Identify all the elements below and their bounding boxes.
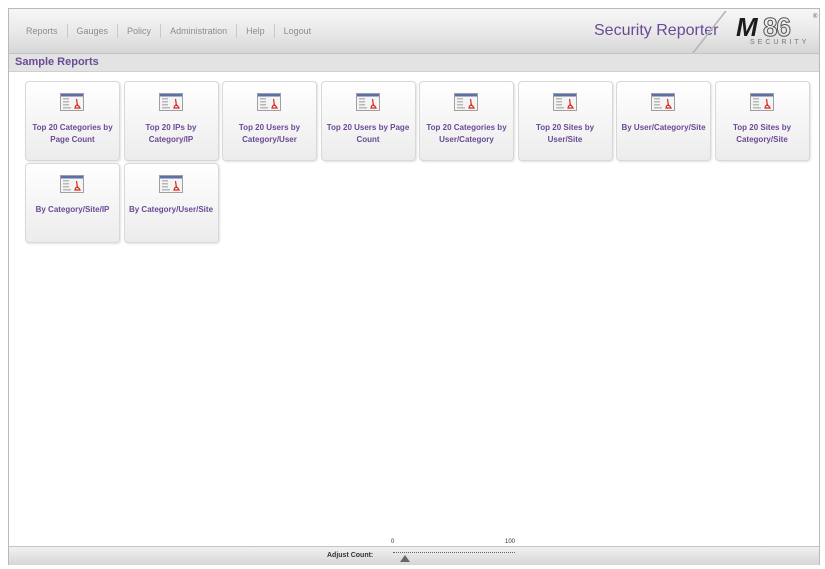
- slider-min-label: 0: [391, 539, 395, 545]
- app-title: Security Reporter: [594, 22, 719, 39]
- nav-policy[interactable]: Policy: [118, 25, 160, 37]
- report-pdf-icon: [158, 175, 183, 193]
- report-tile-label: By Category/User/Site: [128, 205, 214, 214]
- nav-reports[interactable]: Reports: [17, 25, 67, 37]
- report-tile-label: By Category/Site/IP: [35, 205, 110, 214]
- report-tile-label: Top 20 Users by Page Count: [326, 123, 410, 144]
- report-tile-label: Top 20 IPs by Category/IP: [145, 123, 197, 144]
- nav-administration[interactable]: Administration: [161, 25, 236, 37]
- report-tile[interactable]: Top 20 IPs by Category/IP: [123, 81, 219, 161]
- nav-help[interactable]: Help: [237, 25, 274, 37]
- report-tile[interactable]: Top 20 Users by Page Count: [320, 81, 416, 161]
- nav-gauges[interactable]: Gauges: [68, 25, 118, 37]
- logo-registered: ®: [813, 14, 818, 20]
- report-tile-label: Top 20 Categories by Page Count: [32, 123, 113, 144]
- section-title: Sample Reports: [15, 56, 99, 68]
- report-tile[interactable]: By User/Category/Site: [616, 81, 711, 161]
- report-pdf-icon: [257, 93, 281, 111]
- slider-max-label: 100: [505, 539, 516, 545]
- report-pdf-icon: [60, 93, 84, 111]
- m86-logo: M 86 ® SECURITY: [736, 12, 818, 50]
- report-pdf-icon: [355, 93, 380, 111]
- report-tile[interactable]: Top 20 Sites by Category/Site: [714, 81, 810, 161]
- report-tile-label: Top 20 Categories by User/Category: [426, 123, 507, 144]
- top-bar: Reports Gauges Policy Administration Hel…: [9, 9, 819, 54]
- report-tile[interactable]: Top 20 Categories by Page Count: [25, 81, 120, 161]
- slider-track[interactable]: [393, 552, 515, 553]
- report-pdf-icon: [552, 93, 577, 111]
- report-tile[interactable]: By Category/User/Site: [123, 163, 219, 243]
- report-tile-label: By User/Category/Site: [621, 123, 706, 132]
- report-tile-label: Top 20 Sites by User/Site: [535, 123, 595, 144]
- report-pdf-icon: [749, 93, 774, 111]
- main-nav: Reports Gauges Policy Administration Hel…: [17, 24, 320, 38]
- report-pdf-icon: [60, 175, 84, 193]
- report-tile[interactable]: Top 20 Sites by User/Site: [517, 81, 613, 161]
- report-pdf-icon: [651, 93, 675, 111]
- report-tile-label: Top 20 Users by Category/User: [238, 123, 301, 144]
- report-tile[interactable]: By Category/Site/IP: [25, 163, 120, 243]
- bottom-bar: Adjust Count: 0 100: [9, 539, 819, 565]
- report-tile-label: Top 20 Sites by Category/Site: [732, 123, 792, 144]
- report-pdf-icon: [454, 93, 478, 111]
- slider-thumb[interactable]: [400, 555, 410, 562]
- adjust-count-label: Adjust Count:: [327, 552, 374, 559]
- report-pdf-icon: [158, 93, 183, 111]
- report-tile[interactable]: Top 20 Users by Category/User: [222, 81, 317, 161]
- report-tile[interactable]: Top 20 Categories by User/Category: [419, 81, 514, 161]
- adjust-count-slider[interactable]: 0 100: [391, 539, 517, 563]
- app-window: Reports Gauges Policy Administration Hel…: [8, 8, 820, 565]
- nav-logout[interactable]: Logout: [275, 25, 321, 37]
- section-header: Sample Reports: [9, 54, 819, 72]
- logo-tagline: SECURITY: [750, 39, 810, 46]
